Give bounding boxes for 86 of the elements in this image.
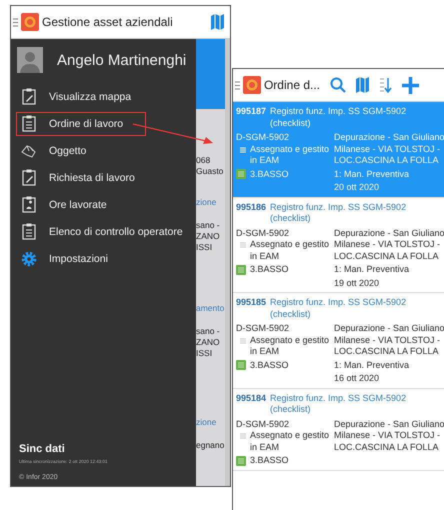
order-id: 995185 <box>236 297 266 309</box>
location-text: Depurazione - San Giuliano Milanese - VIA TOLSTOJ - LOC.CASCINA LA FOLLA <box>334 418 444 453</box>
partial-text: Guasto <box>196 166 224 177</box>
partial-text: ISSI <box>196 348 214 359</box>
add-icon[interactable] <box>402 76 419 94</box>
status-icon <box>240 338 246 344</box>
priority-icon <box>236 169 246 180</box>
menu-item[interactable]: Elenco di controllo operatore <box>16 220 188 244</box>
location-text: Depurazione - San Giuliano Milanese - VIA TOLSTOJ - LOC.CASCINA LA FOLLA <box>334 228 444 262</box>
hand-icon <box>21 142 37 158</box>
checklist-icon <box>21 223 37 240</box>
priority-icon <box>236 264 246 275</box>
status-text: Assegnato e gestito in EAM <box>250 334 330 358</box>
order-title: Registro funz. Imp. SS SGM-5902 <box>270 106 406 118</box>
order-date: 16 ott 2020 <box>334 373 380 384</box>
clipboard-pen-icon <box>21 169 37 186</box>
avatar-icon <box>17 47 43 73</box>
clipboard-pen-icon <box>21 88 37 105</box>
order-subtitle: (checklist) <box>270 404 312 416</box>
status-icon <box>240 433 246 439</box>
screen-title: Ordine d... <box>264 78 320 92</box>
work-order-row[interactable]: 995184 Registro funz. Imp. SS SGM-5902 (checklist) D-SGM-5902 Assegnato e gestito in EAM 3.BASSO Depurazione - San Giuliano Milanese - VIA TOLSTOJ - LOC.CASCINA LA FOLLA <box>232 388 444 470</box>
app-title: Gestione asset aziendali <box>42 15 174 29</box>
equipment-code: D-SGM-5902 <box>236 418 290 430</box>
sort-icon[interactable] <box>379 77 392 93</box>
partial-text: ZANO <box>196 337 221 348</box>
map-icon[interactable] <box>356 77 369 93</box>
order-id: 995186 <box>236 202 266 214</box>
priority-text: 3.BASSO <box>250 455 288 466</box>
menu-item[interactable]: Richiesta di lavoro <box>16 166 140 190</box>
order-title: Registro funz. Imp. SS SGM-5902 <box>270 297 406 308</box>
order-subtitle: (checklist) <box>270 118 312 129</box>
partial-text: amento <box>196 303 225 314</box>
order-type: 1: Man. Preventiva <box>334 360 410 371</box>
search-icon[interactable] <box>330 77 346 93</box>
menu-item[interactable]: Oggetto <box>16 138 92 162</box>
equipment-code: D-SGM-5902 <box>236 228 290 239</box>
partial-text: zione <box>196 197 218 208</box>
status-text: Assegnato e gestito in EAM <box>250 239 330 262</box>
settings-icon <box>21 250 37 266</box>
equipment-code: D-SGM-5902 <box>236 132 290 144</box>
order-title: Registro funz. Imp. SS SGM-5902 <box>270 202 406 213</box>
clipboard-person-icon <box>21 196 37 213</box>
partial-text: sano - <box>196 326 221 337</box>
status-text: Assegnato e gestito in EAM <box>250 430 330 453</box>
partial-text: zione <box>196 417 218 428</box>
priority-text: 3.BASSO <box>250 264 288 276</box>
work-order-row[interactable]: 995185 Registro funz. Imp. SS SGM-5902 (checklist) D-SGM-5902 Assegnato e gestito in EAM 3.BASSO Depurazione - San Giuliano Milanese - VIA TOLSTOJ - LOC.CASCINA LA FOLLA 1: Man. Preventiva 16 ott 2020 <box>232 293 444 388</box>
order-type: 1: Man. Preventiva <box>334 264 410 276</box>
order-type: 1: Man. Preventiva <box>334 168 410 180</box>
location-text: Depurazione - San Giuliano Milanese - VIA TOLSTOJ - LOC.CASCINA LA FOLLA <box>334 132 444 166</box>
order-subtitle: (checklist) <box>270 213 312 224</box>
order-date: 19 ott 2020 <box>334 278 380 289</box>
menu-icon[interactable] <box>13 18 18 26</box>
order-id: 995184 <box>236 392 266 404</box>
order-title: Registro funz. Imp. SS SGM-5902 <box>270 392 406 404</box>
clipboard-icon <box>21 115 37 132</box>
menu-item[interactable]: Ordine di lavoro <box>16 112 146 136</box>
header-block <box>196 39 225 109</box>
partial-text: sano - <box>196 220 221 231</box>
priority-icon <box>236 360 246 370</box>
priority-icon <box>236 456 246 466</box>
menu-icon[interactable] <box>234 80 240 90</box>
map-icon[interactable] <box>210 14 224 30</box>
status-icon <box>240 146 246 152</box>
app-logo-icon <box>21 13 39 31</box>
priority-text: 3.BASSO <box>250 360 288 371</box>
status-text: Assegnato e gestito in EAM <box>250 144 330 166</box>
partial-text: 068 <box>196 155 212 166</box>
location-text: Depurazione - San Giuliano Milanese - VIA TOLSTOJ - LOC.CASCINA LA FOLLA <box>334 323 444 358</box>
order-subtitle: (checklist) <box>270 308 312 320</box>
menu-item[interactable]: Impostazioni <box>16 246 113 270</box>
status-icon <box>240 242 246 248</box>
partial-text: egnano <box>196 440 225 451</box>
menu-item[interactable]: Visualizza mappa <box>16 84 136 108</box>
user-name: Angelo Martinenghi <box>57 52 186 68</box>
partial-text: ZANO <box>196 231 221 242</box>
sync-title[interactable]: Sinc dati <box>19 443 196 455</box>
menu-item[interactable]: Ore lavorate <box>16 192 112 216</box>
order-date: 20 ott 2020 <box>334 182 380 194</box>
equipment-code: D-SGM-5902 <box>236 323 290 334</box>
work-order-row[interactable]: 995186 Registro funz. Imp. SS SGM-5902 (checklist) D-SGM-5902 Assegnato e gestito in EAM 3.BASSO Depurazione - San Giuliano Milanese - VIA TOLSTOJ - LOC.CASCINA LA FOLLA 1: Man. Preventiva 19 ott 2020 <box>232 198 444 293</box>
app-logo-icon <box>242 76 261 94</box>
partial-text: ISSI <box>196 242 214 253</box>
priority-text: 3.BASSO <box>250 168 288 180</box>
order-id: 995187 <box>236 106 266 118</box>
